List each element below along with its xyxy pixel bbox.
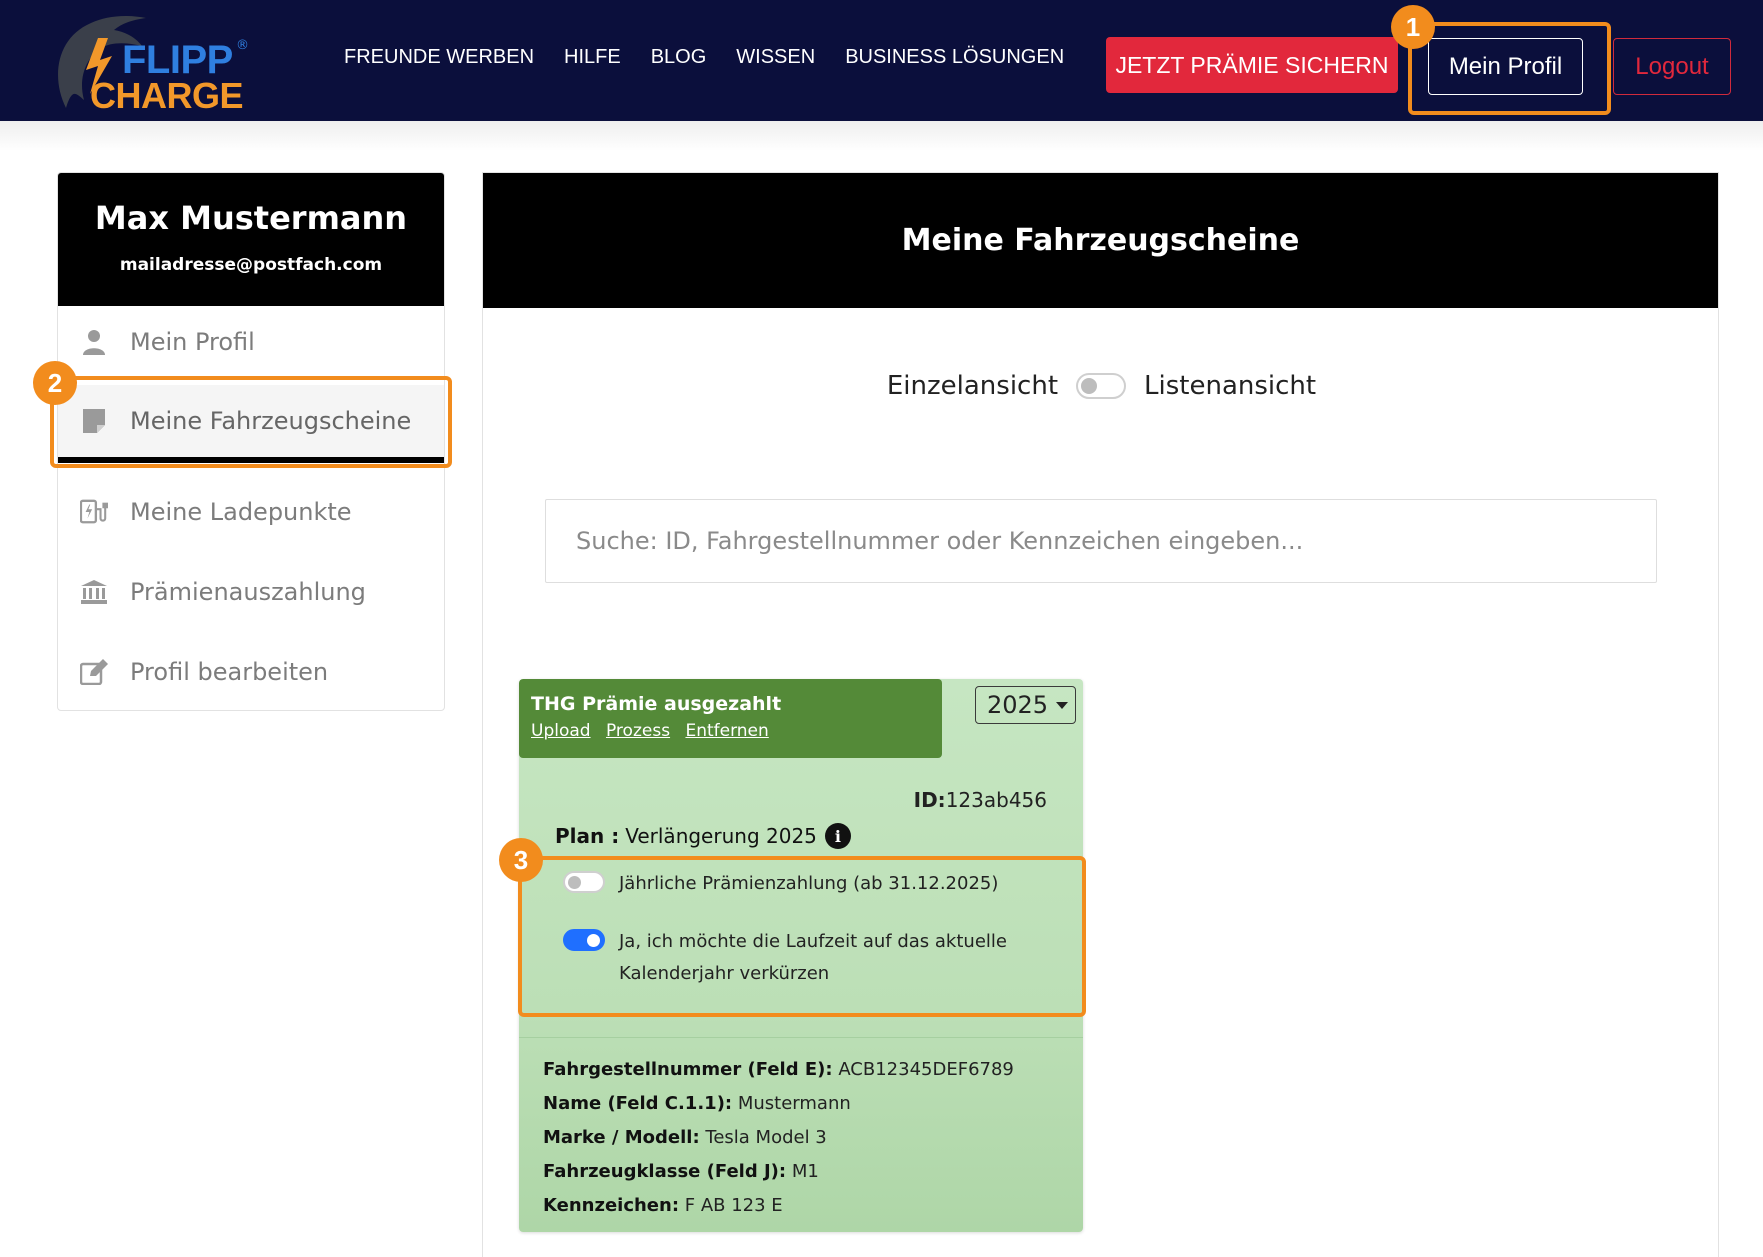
detail-row-fahrzeugklasse: Fahrzeugklasse (Feld J): M1	[543, 1155, 1014, 1189]
top-navigation-bar: FLIPP ® CHARGE FREUNDE WERBEN HILFE BLOG…	[0, 0, 1763, 121]
search-input[interactable]	[545, 499, 1657, 583]
registered-mark: ®	[236, 38, 249, 53]
sidebar-item-label: Mein Profil	[130, 328, 255, 356]
upload-link[interactable]: Upload	[531, 721, 591, 741]
main-nav: FREUNDE WERBEN HILFE BLOG WISSEN BUSINES…	[344, 46, 1094, 69]
nav-wissen[interactable]: WISSEN	[736, 46, 815, 69]
year-dropdown[interactable]: 2025	[975, 686, 1076, 724]
vehicle-details: Fahrgestellnummer (Feld E): ACB12345DEF6…	[543, 1053, 1014, 1223]
step-badge-3: 3	[499, 838, 543, 882]
detail-label: Kennzeichen:	[543, 1195, 680, 1216]
nav-blog[interactable]: BLOG	[651, 46, 707, 69]
page-title: Meine Fahrzeugscheine	[483, 173, 1718, 308]
prozess-link[interactable]: Prozess	[606, 721, 670, 741]
user-name: Max Mustermann	[94, 199, 408, 237]
detail-value: M1	[791, 1161, 819, 1182]
view-label-einzelansicht: Einzelansicht	[886, 371, 1059, 401]
option-shorten-term: Ja, ich möchte die Laufzeit auf das aktu…	[563, 926, 1007, 990]
status-links: Upload Prozess Entfernen	[531, 721, 930, 741]
step-badge-2: 2	[33, 361, 77, 405]
card-divider	[519, 1037, 1083, 1038]
nav-hilfe[interactable]: HILFE	[564, 46, 621, 69]
jetzt-praemie-sichern-button[interactable]: JETZT PRÄMIE SICHERN	[1106, 37, 1398, 93]
view-mode-toggle: Einzelansicht Listenansicht	[483, 371, 1720, 401]
shorten-term-label: Ja, ich möchte die Laufzeit auf das aktu…	[619, 926, 1007, 990]
card-id: ID:123ab456	[914, 788, 1047, 812]
detail-label: Name (Feld C.1.1):	[543, 1093, 733, 1114]
logout-button[interactable]: Logout	[1613, 38, 1731, 95]
nav-business-loesungen[interactable]: BUSINESS LÖSUNGEN	[845, 46, 1064, 69]
detail-value: F AB 123 E	[684, 1195, 783, 1216]
detail-value: Tesla Model 3	[705, 1127, 827, 1148]
sidebar-item-label: Meine Fahrzeugscheine	[130, 407, 412, 435]
plan-label: Plan :	[555, 824, 620, 848]
view-label-listenansicht: Listenansicht	[1144, 371, 1317, 401]
vehicle-registration-card: THG Prämie ausgezahlt Upload Prozess Ent…	[519, 679, 1083, 1232]
sidebar-item-mein-profil[interactable]: Mein Profil	[58, 306, 444, 378]
edit-icon	[80, 658, 108, 686]
annual-payout-label: Jährliche Prämienzahlung (ab 31.12.2025)	[619, 873, 999, 894]
document-icon	[80, 407, 108, 435]
detail-value: ACB12345DEF6789	[838, 1059, 1014, 1080]
bank-icon	[80, 578, 108, 606]
step-badge-1: 1	[1391, 5, 1435, 49]
main-panel: Meine Fahrzeugscheine Einzelansicht List…	[482, 172, 1719, 1257]
detail-row-marke-modell: Marke / Modell: Tesla Model 3	[543, 1121, 1014, 1155]
detail-value: Mustermann	[737, 1093, 851, 1114]
shorten-term-line2: Kalenderjahr verkürzen	[619, 963, 830, 984]
info-icon[interactable]: i	[824, 823, 851, 849]
option-annual-payout: Jährliche Prämienzahlung (ab 31.12.2025)	[563, 868, 998, 900]
sidebar-item-label: Profil bearbeiten	[130, 658, 329, 686]
status-title: THG Prämie ausgezahlt	[531, 693, 782, 715]
detail-label: Fahrzeugklasse (Feld J):	[543, 1161, 787, 1182]
status-banner: THG Prämie ausgezahlt Upload Prozess Ent…	[519, 679, 942, 758]
card-id-label: ID:	[913, 788, 946, 812]
logo-text-charge: CHARGE	[90, 75, 244, 116]
shorten-term-switch[interactable]	[563, 929, 605, 951]
detail-row-name: Name (Feld C.1.1): Mustermann	[543, 1087, 1014, 1121]
detail-row-kennzeichen: Kennzeichen: F AB 123 E	[543, 1189, 1014, 1223]
sidebar-item-meine-fahrzeugscheine[interactable]: Meine Fahrzeugscheine	[58, 385, 444, 463]
sidebar-user-header: Max Mustermann mailadresse@postfach.com	[58, 173, 444, 306]
entfernen-link[interactable]: Entfernen	[685, 721, 768, 741]
user-icon	[80, 328, 108, 356]
year-dropdown-value: 2025	[987, 691, 1049, 719]
sidebar-item-praemienauszahlung[interactable]: Prämienauszahlung	[58, 553, 444, 631]
card-id-value: 123ab456	[945, 788, 1047, 812]
detail-label: Fahrgestellnummer (Feld E):	[543, 1059, 833, 1080]
user-email: mailadresse@postfach.com	[119, 255, 383, 275]
sidebar-item-label: Meine Ladepunkte	[130, 498, 352, 526]
detail-row-fahrgestellnummer: Fahrgestellnummer (Feld E): ACB12345DEF6…	[543, 1053, 1014, 1087]
view-mode-switch[interactable]	[1076, 373, 1127, 399]
sidebar-item-meine-ladepunkte[interactable]: Meine Ladepunkte	[58, 473, 444, 551]
chevron-down-icon	[1056, 701, 1069, 709]
sidebar-item-profil-bearbeiten[interactable]: Profil bearbeiten	[58, 633, 444, 710]
annual-payout-switch[interactable]	[563, 871, 605, 893]
header-shadow	[0, 121, 1763, 151]
nav-freunde-werben[interactable]: FREUNDE WERBEN	[344, 46, 534, 69]
account-sidebar: Max Mustermann mailadresse@postfach.com …	[57, 172, 445, 711]
mein-profil-button[interactable]: Mein Profil	[1428, 38, 1583, 95]
charging-station-icon	[80, 498, 108, 526]
plan-value: Verlängerung 2025	[625, 824, 817, 848]
logo-text-flipp: FLIPP	[122, 38, 233, 82]
plan-row: Plan : Verlängerung 2025 i	[555, 823, 851, 849]
flippcharge-logo[interactable]: FLIPP ® CHARGE	[46, 8, 261, 116]
shorten-term-line1: Ja, ich möchte die Laufzeit auf das aktu…	[619, 931, 1007, 952]
sidebar-item-label: Prämienauszahlung	[130, 578, 366, 606]
detail-label: Marke / Modell:	[543, 1127, 700, 1148]
